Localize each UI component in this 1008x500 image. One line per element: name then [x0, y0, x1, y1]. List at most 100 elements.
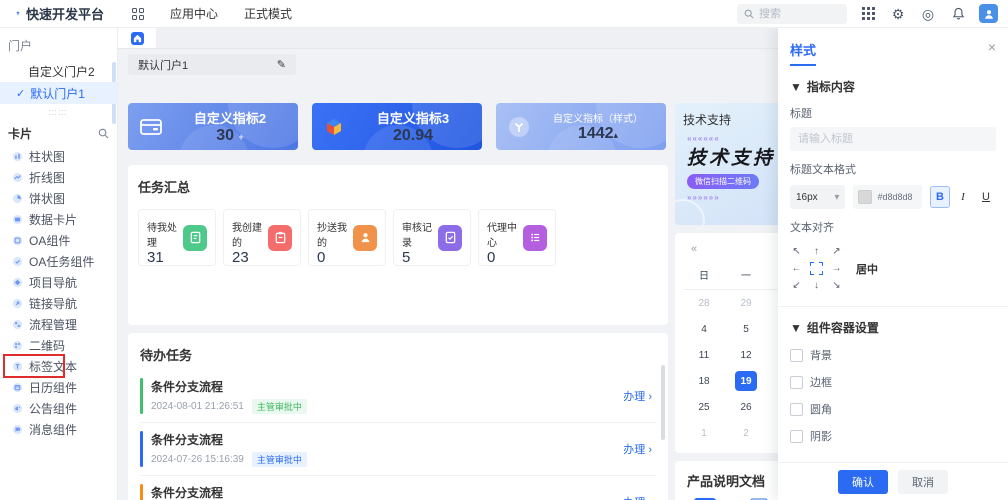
metric-card-1[interactable]: 自定义指标2 30 +: [128, 103, 298, 150]
component-icon: [12, 256, 23, 267]
sidebar-item-label-text[interactable]: 标签文本: [0, 354, 117, 378]
calendar-date[interactable]: 25: [683, 397, 725, 417]
stat-cc[interactable]: 抄送我的 0: [308, 209, 386, 266]
calendar-date[interactable]: 26: [725, 397, 767, 417]
sidebar-item-announcement[interactable]: 公告组件: [0, 398, 117, 419]
section-container-settings[interactable]: ▼ 组件容器设置: [790, 319, 996, 336]
stat-audit[interactable]: 审核记录 5: [393, 209, 471, 266]
nav-mode[interactable]: 正式模式: [244, 5, 292, 22]
confirm-button[interactable]: 确认: [838, 469, 888, 494]
align-bottom-left-button[interactable]: ↙: [790, 280, 803, 291]
sidebar-item-link-nav[interactable]: 链接导航: [0, 293, 117, 314]
nav-app-center[interactable]: 应用中心: [170, 5, 218, 22]
global-search[interactable]: [737, 3, 847, 24]
sidebar-item-portal-custom2[interactable]: 自定义门户2: [0, 60, 117, 82]
apps-grid-icon[interactable]: [132, 7, 144, 20]
calendar-date[interactable]: 4: [683, 319, 725, 339]
stat-pending[interactable]: 待我处理 31: [138, 209, 216, 266]
handle-link[interactable]: 办理 ›: [623, 388, 652, 404]
sidebar-item-line-chart[interactable]: 折线图: [0, 167, 117, 188]
bold-button[interactable]: B: [930, 186, 950, 208]
calendar-date[interactable]: 18: [683, 371, 725, 391]
component-icon: [12, 403, 23, 414]
checkbox-shadow[interactable]: 阴影: [790, 428, 996, 444]
todo-row[interactable]: 条件分支流程 2024-08-01 21:26:51 主管审批中 办理 ›: [140, 370, 656, 423]
user-avatar[interactable]: [979, 4, 998, 23]
help-circle-icon[interactable]: ◎: [919, 5, 937, 23]
portal-name-box[interactable]: 默认门户1 ✎: [128, 54, 296, 75]
tab-home-portal[interactable]: [118, 28, 156, 48]
align-top-button[interactable]: ↑: [810, 246, 823, 257]
sidebar-item-qrcode[interactable]: 二维码: [0, 335, 117, 356]
calendar-date[interactable]: 12: [725, 345, 767, 365]
font-size-select[interactable]: 16px ▾: [790, 185, 846, 209]
align-top-left-button[interactable]: ↖: [790, 246, 803, 257]
stat-agent[interactable]: 代理中心 0: [478, 209, 556, 266]
stat-created[interactable]: 我创建的 23: [223, 209, 301, 266]
checkbox[interactable]: [790, 429, 803, 443]
align-top-right-button[interactable]: ↗: [830, 246, 843, 257]
checkbox-background[interactable]: 背景: [790, 347, 996, 363]
metric-card-2[interactable]: 自定义指标3 20.94: [312, 103, 482, 150]
edit-pencil-icon[interactable]: ✎: [277, 58, 286, 71]
align-bottom-right-button[interactable]: ↘: [830, 280, 843, 291]
sidebar-item-oa-task[interactable]: OA任务组件: [0, 251, 117, 272]
checkbox-radius[interactable]: 圆角: [790, 401, 996, 417]
todo-row[interactable]: 条件分支流程 2024-07-26 15:16:39 主管审批中 办理 ›: [140, 423, 656, 476]
italic-button[interactable]: I: [953, 186, 973, 208]
sidebar-item-oa-component[interactable]: OA组件: [0, 230, 117, 251]
calendar-date[interactable]: 28: [683, 293, 725, 313]
checkbox-border[interactable]: 边框: [790, 374, 996, 390]
sidebar-item-bar-chart[interactable]: 柱状图: [0, 146, 117, 167]
sidebar-item-project-nav[interactable]: 项目导航: [0, 272, 117, 293]
sidebar-resize-handle[interactable]: ⋯⋯ ⋯⋯: [0, 104, 117, 119]
waffle-menu-icon[interactable]: [859, 5, 877, 23]
todo-scrollbar[interactable]: [661, 365, 665, 440]
todo-row[interactable]: 条件分支流程 2024-07-24 14:10:57主管审批中 办理 ›: [140, 476, 656, 500]
task-summary-card: 任务汇总 待我处理 31 我创建的 23 抄送我的 0 审核记录 5 代理中心 …: [128, 165, 668, 325]
wallet-icon: [140, 118, 162, 136]
cancel-button[interactable]: 取消: [898, 469, 948, 494]
calendar-date[interactable]: 2: [725, 423, 767, 443]
align-center-button[interactable]: [810, 262, 823, 275]
close-icon[interactable]: ×: [988, 40, 996, 54]
checkbox[interactable]: [790, 375, 803, 389]
component-icon: [12, 235, 23, 246]
underline-button[interactable]: U: [976, 186, 996, 208]
card-search-icon[interactable]: [98, 128, 109, 139]
calendar-date[interactable]: 11: [683, 345, 725, 365]
status-color-bar: [140, 484, 143, 500]
sidebar-item-message[interactable]: 消息组件: [0, 419, 117, 440]
calendar-date[interactable]: 29: [725, 293, 767, 313]
component-icon: [12, 361, 23, 372]
checkbox[interactable]: [790, 348, 803, 362]
check-icon: ✓: [16, 87, 26, 100]
sidebar-item-portal-default1[interactable]: ✓ 默认门户1: [0, 82, 117, 104]
sidebar-item-process-mgmt[interactable]: 流程管理: [0, 314, 117, 335]
search-input[interactable]: [759, 7, 829, 20]
decor-bubble: [675, 199, 705, 225]
sidebar-item-pie-chart[interactable]: 饼状图: [0, 188, 117, 209]
app-title: 快速开发平台: [25, 7, 104, 22]
align-right-button[interactable]: →: [830, 263, 843, 274]
calendar-date[interactable]: 1: [683, 423, 725, 443]
tab-style[interactable]: 样式: [790, 40, 817, 66]
sidebar-item-data-card[interactable]: 数据卡片: [0, 209, 117, 230]
align-bottom-button[interactable]: ↓: [810, 280, 823, 291]
handle-link[interactable]: 办理 ›: [623, 441, 652, 457]
calendar-date-selected[interactable]: 19: [735, 371, 757, 391]
calendar-date[interactable]: 5: [725, 319, 767, 339]
divider: [778, 306, 1008, 307]
handle-link[interactable]: 办理 ›: [623, 494, 652, 500]
metric-card-3[interactable]: 自定义指标（样式） 1442▴: [496, 103, 666, 150]
align-left-button[interactable]: ←: [790, 263, 803, 274]
section-metric-content[interactable]: ▼ 指标内容: [790, 78, 996, 95]
notification-bell-icon[interactable]: [949, 5, 967, 23]
component-icon: [12, 151, 23, 162]
app-logo[interactable]: 快速开发平台: [0, 4, 118, 23]
sidebar-item-calendar[interactable]: 日历组件: [0, 377, 117, 398]
checkbox[interactable]: [790, 402, 803, 416]
font-color-picker[interactable]: #d8d8d8: [853, 185, 922, 209]
settings-gear-icon[interactable]: ⚙: [889, 5, 907, 23]
title-input[interactable]: [790, 127, 996, 151]
